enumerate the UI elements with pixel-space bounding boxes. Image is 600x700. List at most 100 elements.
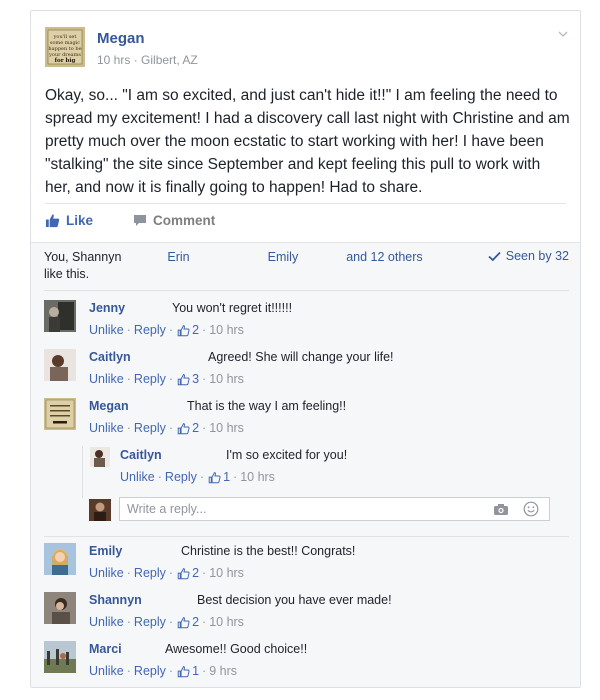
unlike-link[interactable]: Unlike bbox=[89, 664, 124, 678]
unlike-link[interactable]: Unlike bbox=[120, 470, 155, 484]
reply-link[interactable]: Reply bbox=[134, 323, 166, 337]
comment-time[interactable]: 10 hrs bbox=[209, 566, 244, 580]
reply-link[interactable]: Reply bbox=[134, 566, 166, 580]
actions-divider bbox=[45, 203, 566, 204]
thumbs-up-icon[interactable] bbox=[177, 665, 190, 678]
like-count[interactable]: 2 bbox=[192, 566, 199, 580]
comment-author[interactable]: Caitlyn bbox=[89, 350, 131, 364]
photo-avatar bbox=[44, 592, 76, 624]
comment-icon bbox=[134, 215, 146, 226]
comment-text: Christine is the best!! Congrats! bbox=[181, 544, 356, 558]
comment-text: Agreed! She will change your life! bbox=[208, 350, 394, 364]
comment-time[interactable]: 10 hrs bbox=[209, 323, 244, 337]
thumbs-up-icon[interactable] bbox=[177, 373, 190, 386]
post-location[interactable]: Gilbert, AZ bbox=[141, 53, 198, 67]
photo-avatar bbox=[44, 398, 76, 430]
post-card: you'll set some magic happen to be your … bbox=[30, 10, 581, 688]
post-author-name[interactable]: Megan bbox=[97, 30, 145, 47]
comment-author[interactable]: Shannyn bbox=[89, 593, 142, 607]
commenter-avatar[interactable] bbox=[44, 349, 76, 381]
comment-author[interactable]: Jenny bbox=[89, 301, 125, 315]
commenter-avatar[interactable] bbox=[44, 300, 76, 332]
comment-meta: Unlike · Reply · 2 · 10 hrs bbox=[89, 566, 244, 580]
thumbs-up-icon[interactable] bbox=[177, 324, 190, 337]
commenter-avatar[interactable] bbox=[44, 592, 76, 624]
commenter-avatar[interactable] bbox=[44, 398, 76, 430]
liker-name[interactable]: Shannyn bbox=[72, 250, 121, 264]
chevron-down-icon[interactable] bbox=[558, 29, 568, 39]
like-count[interactable]: 3 bbox=[192, 372, 199, 386]
comment-label: Comment bbox=[153, 213, 216, 228]
unlike-link[interactable]: Unlike bbox=[89, 372, 124, 386]
post-meta: 10 hrs · Gilbert, AZ bbox=[97, 53, 198, 67]
thumbs-up-icon[interactable] bbox=[177, 616, 190, 629]
like-button[interactable]: Like bbox=[45, 213, 93, 228]
liker-name[interactable]: Emily bbox=[268, 250, 299, 264]
others-link[interactable]: and 12 others bbox=[346, 250, 422, 264]
comment-author[interactable]: Marci bbox=[89, 642, 122, 656]
comment-text: I'm so excited for you! bbox=[226, 448, 348, 462]
commenter-avatar[interactable] bbox=[90, 447, 110, 467]
reply-input[interactable] bbox=[127, 500, 467, 518]
commenter-avatar[interactable] bbox=[44, 543, 76, 575]
meta-separator: · bbox=[130, 53, 142, 67]
comment-meta: Unlike · Reply · 2 · 10 hrs bbox=[89, 615, 244, 629]
photo-avatar bbox=[44, 641, 76, 673]
checkmark-icon bbox=[488, 251, 501, 261]
emoji-icon[interactable] bbox=[523, 501, 539, 517]
post-time[interactable]: 10 hrs bbox=[97, 53, 130, 67]
liker-name[interactable]: You bbox=[44, 250, 65, 264]
post-body: Okay, so... "I am so excited, and just c… bbox=[45, 87, 570, 196]
unlike-link[interactable]: Unlike bbox=[89, 566, 124, 580]
unlike-link[interactable]: Unlike bbox=[89, 615, 124, 629]
comment-author[interactable]: Caitlyn bbox=[120, 448, 162, 462]
comment-meta: Unlike · Reply · 3 · 10 hrs bbox=[89, 372, 244, 386]
reply-thread-line bbox=[82, 446, 83, 498]
like-count[interactable]: 2 bbox=[192, 615, 199, 629]
reply-link[interactable]: Reply bbox=[134, 615, 166, 629]
comment-time[interactable]: 10 hrs bbox=[209, 421, 244, 435]
comment-time[interactable]: 10 hrs bbox=[240, 470, 275, 484]
avatar-text-5: for big bbox=[55, 58, 76, 64]
thumbs-up-icon[interactable] bbox=[177, 422, 190, 435]
comment-time[interactable]: 10 hrs bbox=[209, 372, 244, 386]
divider bbox=[44, 536, 569, 537]
photo-avatar bbox=[90, 447, 110, 467]
comment-text: Best decision you have ever made! bbox=[197, 593, 392, 607]
author-avatar[interactable]: you'll set some magic happen to be your … bbox=[45, 27, 85, 67]
divider bbox=[44, 290, 569, 291]
camera-icon[interactable] bbox=[493, 503, 509, 516]
thumbs-up-icon[interactable] bbox=[208, 471, 221, 484]
comment-meta: Unlike · Reply · 1 · 10 hrs bbox=[120, 470, 275, 484]
reply-link[interactable]: Reply bbox=[134, 664, 166, 678]
photo-avatar bbox=[89, 499, 111, 521]
unlike-link[interactable]: Unlike bbox=[89, 421, 124, 435]
comment-time[interactable]: 10 hrs bbox=[209, 615, 244, 629]
comment-button[interactable]: Comment bbox=[133, 213, 215, 228]
comment-author[interactable]: Emily bbox=[89, 544, 122, 558]
seen-count: Seen by 32 bbox=[505, 249, 569, 263]
comment-meta: Unlike · Reply · 2 · 10 hrs bbox=[89, 323, 244, 337]
current-user-avatar bbox=[89, 499, 111, 521]
seen-by[interactable]: Seen by 32 bbox=[488, 249, 569, 263]
like-label: Like bbox=[66, 213, 94, 228]
commenter-avatar[interactable] bbox=[44, 641, 76, 673]
comment-text: You won't regret it!!!!!! bbox=[172, 301, 293, 315]
reply-input-box bbox=[119, 497, 550, 521]
like-count[interactable]: 1 bbox=[223, 470, 230, 484]
reply-link[interactable]: Reply bbox=[134, 372, 166, 386]
unlike-link[interactable]: Unlike bbox=[89, 323, 124, 337]
photo-avatar bbox=[44, 349, 76, 381]
comment-author[interactable]: Megan bbox=[89, 399, 129, 413]
thumbs-up-icon bbox=[45, 214, 60, 228]
photo-avatar bbox=[44, 543, 76, 575]
like-count[interactable]: 2 bbox=[192, 421, 199, 435]
thumbs-up-icon[interactable] bbox=[177, 567, 190, 580]
comment-time[interactable]: 9 hrs bbox=[209, 664, 237, 678]
like-count[interactable]: 2 bbox=[192, 323, 199, 337]
comment-meta: Unlike · Reply · 2 · 10 hrs bbox=[89, 421, 244, 435]
reply-link[interactable]: Reply bbox=[165, 470, 197, 484]
reply-link[interactable]: Reply bbox=[134, 421, 166, 435]
like-count[interactable]: 1 bbox=[192, 664, 199, 678]
liker-name[interactable]: Erin bbox=[167, 250, 189, 264]
